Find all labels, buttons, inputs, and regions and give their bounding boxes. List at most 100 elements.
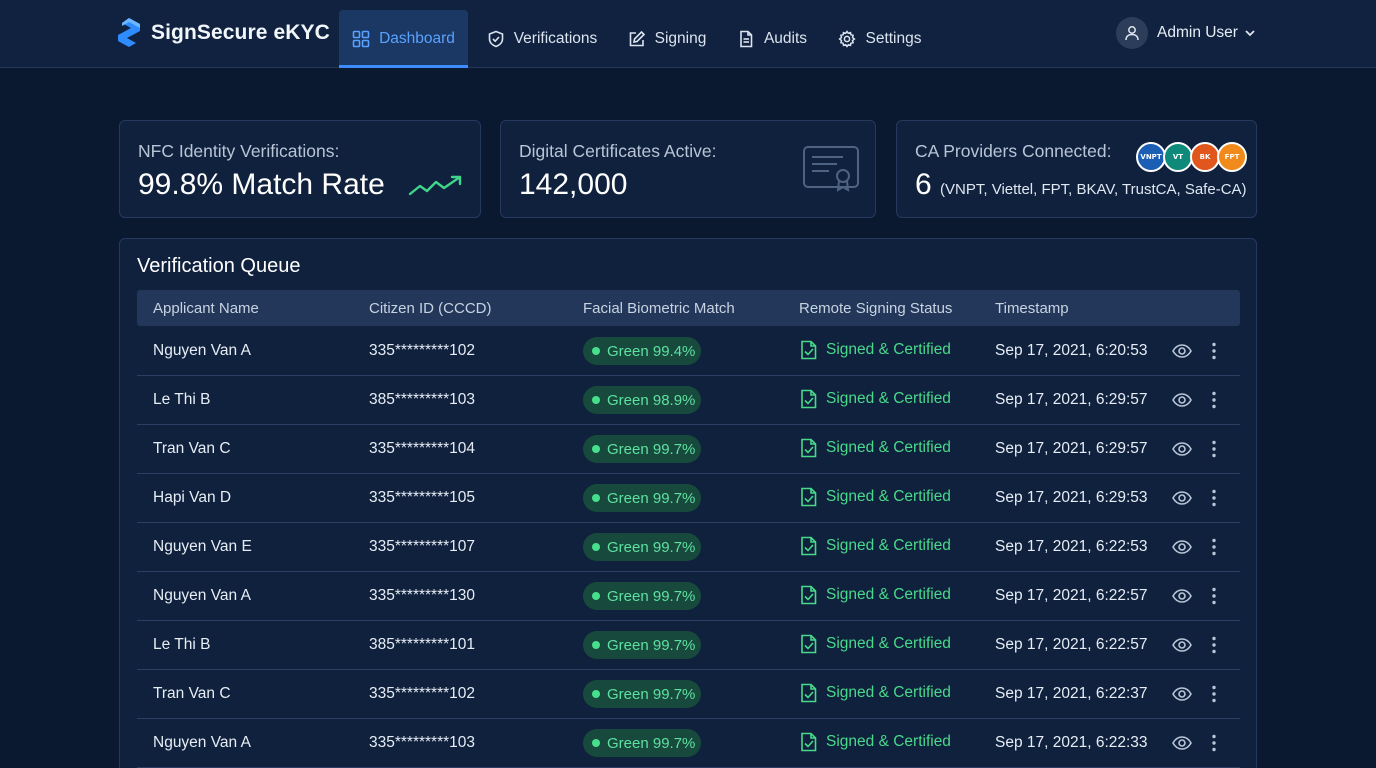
table-row[interactable]: Nguyen Van E 335*********107 Green 99.7%…: [137, 523, 1240, 572]
eye-icon[interactable]: [1171, 487, 1193, 509]
user-menu[interactable]: Admin User: [1116, 17, 1256, 49]
more-vertical-icon[interactable]: [1205, 585, 1223, 607]
column-header-citizen-id[interactable]: Citizen ID (CCCD): [369, 300, 492, 317]
brand-logo-icon: [118, 18, 140, 47]
brand-name: SignSecure eKYC: [151, 21, 330, 44]
citizen-id: 335*********102: [369, 342, 476, 359]
more-vertical-icon[interactable]: [1205, 340, 1223, 362]
more-vertical-icon[interactable]: [1205, 683, 1223, 705]
biometric-match-badge: Green 99.7%: [583, 631, 701, 659]
top-navigation-bar: SignSecure eKYC Dashboard Verifications …: [0, 0, 1376, 68]
column-header-signing-status[interactable]: Remote Signing Status: [799, 300, 952, 317]
more-vertical-icon[interactable]: [1205, 438, 1223, 460]
ca-provider-list: (VNPT, Viettel, FPT, BKAV, TrustCA, Safe…: [940, 181, 1247, 198]
status-dot: [592, 641, 600, 649]
citizen-id: 335*********107: [369, 538, 476, 555]
timestamp: Sep 17, 2021, 6:22:57: [995, 587, 1148, 604]
applicant-name: Nguyen Van A: [153, 734, 251, 751]
signing-status-label: Signed & Certified: [826, 488, 951, 505]
chevron-down-icon: [1245, 30, 1255, 37]
status-dot: [592, 690, 600, 698]
nav-item-verifications[interactable]: Verifications: [476, 10, 608, 68]
brand[interactable]: SignSecure eKYC: [116, 17, 330, 49]
gear-icon: [838, 30, 857, 48]
stat-label: CA Providers Connected:: [915, 141, 1112, 161]
citizen-id: 385*********103: [369, 391, 476, 408]
signing-status: Signed & Certified: [800, 438, 951, 458]
document-check-icon: [801, 732, 817, 752]
ca-provider-count: 6: [915, 168, 932, 201]
nav-item-label: Verifications: [513, 30, 598, 47]
timestamp: Sep 17, 2021, 6:29:57: [995, 391, 1148, 408]
signing-status-label: Signed & Certified: [826, 684, 951, 701]
biometric-match-value: Green 99.7%: [607, 734, 696, 752]
eye-icon[interactable]: [1171, 683, 1193, 705]
table-row[interactable]: Hapi Van D 335*********105 Green 99.7% S…: [137, 474, 1240, 523]
timestamp: Sep 17, 2021, 6:20:53: [995, 342, 1148, 359]
document-check-icon: [801, 536, 817, 556]
stat-card-certificates: Digital Certificates Active: 142,000: [500, 120, 876, 218]
biometric-match-value: Green 99.7%: [607, 538, 696, 556]
citizen-id: 335*********105: [369, 489, 476, 506]
nav-item-settings[interactable]: Settings: [830, 10, 930, 68]
biometric-match-badge: Green 99.4%: [583, 337, 701, 365]
dashboard-grid-icon: [352, 30, 370, 48]
eye-icon[interactable]: [1171, 634, 1193, 656]
more-vertical-icon[interactable]: [1205, 487, 1223, 509]
document-check-icon: [801, 487, 817, 507]
more-vertical-icon[interactable]: [1205, 732, 1223, 754]
nav-item-signing[interactable]: Signing: [620, 10, 714, 68]
ca-provider-logos: VNPT VT BK FPT: [1136, 142, 1247, 172]
timestamp: Sep 17, 2021, 6:22:53: [995, 538, 1148, 555]
table-row[interactable]: Le Thi B 385*********103 Green 98.9% Sig…: [137, 376, 1240, 425]
table-row[interactable]: Nguyen Van A 335*********102 Green 99.4%…: [137, 327, 1240, 376]
column-header-biometric[interactable]: Facial Biometric Match: [583, 300, 735, 317]
nav-item-audits[interactable]: Audits: [728, 10, 816, 68]
signing-status: Signed & Certified: [800, 389, 951, 409]
citizen-id: 335*********130: [369, 587, 476, 604]
biometric-match-badge: Green 99.7%: [583, 680, 701, 708]
column-header-applicant[interactable]: Applicant Name: [153, 300, 259, 317]
signing-status-label: Signed & Certified: [826, 635, 951, 652]
pen-edit-icon: [629, 30, 645, 47]
document-check-icon: [801, 585, 817, 605]
nav-item-dashboard[interactable]: Dashboard: [339, 10, 468, 68]
biometric-match-badge: Green 99.7%: [583, 582, 701, 610]
bkav-logo: BK: [1190, 142, 1220, 172]
applicant-name: Le Thi B: [153, 636, 211, 653]
citizen-id: 335*********104: [369, 440, 476, 457]
table-row[interactable]: Tran Van C 335*********104 Green 99.7% S…: [137, 425, 1240, 474]
eye-icon[interactable]: [1171, 340, 1193, 362]
eye-icon[interactable]: [1171, 438, 1193, 460]
table-row[interactable]: Tran Van C 335*********102 Green 99.7% S…: [137, 670, 1240, 719]
more-vertical-icon[interactable]: [1205, 536, 1223, 558]
biometric-match-value: Green 98.9%: [607, 391, 696, 409]
timestamp: Sep 17, 2021, 6:22:33: [995, 734, 1148, 751]
table-row[interactable]: Nguyen Van A 335*********130 Green 99.7%…: [137, 572, 1240, 621]
biometric-match-badge: Green 99.7%: [583, 484, 701, 512]
signing-status-label: Signed & Certified: [826, 390, 951, 407]
signing-status: Signed & Certified: [800, 683, 951, 703]
nav-item-label: Settings: [865, 30, 922, 47]
biometric-match-value: Green 99.7%: [607, 440, 696, 458]
eye-icon[interactable]: [1171, 585, 1193, 607]
status-dot: [592, 396, 600, 404]
document-check-icon: [801, 389, 817, 409]
biometric-match-badge: Green 98.9%: [583, 386, 701, 414]
signing-status: Signed & Certified: [800, 487, 951, 507]
column-header-timestamp[interactable]: Timestamp: [995, 300, 1069, 317]
biometric-match-badge: Green 99.7%: [583, 435, 701, 463]
nav-item-label: Audits: [763, 30, 808, 47]
more-vertical-icon[interactable]: [1205, 389, 1223, 411]
fpt-logo: FPT: [1217, 142, 1247, 172]
eye-icon[interactable]: [1171, 536, 1193, 558]
eye-icon[interactable]: [1171, 732, 1193, 754]
table-row[interactable]: Nguyen Van A 335*********103 Green 99.7%…: [137, 719, 1240, 768]
biometric-match-badge: Green 99.7%: [583, 729, 701, 757]
document-check-icon: [801, 683, 817, 703]
status-dot: [592, 445, 600, 453]
more-vertical-icon[interactable]: [1205, 634, 1223, 656]
eye-icon[interactable]: [1171, 389, 1193, 411]
table-row[interactable]: Le Thi B 385*********101 Green 99.7% Sig…: [137, 621, 1240, 670]
applicant-name: Nguyen Van A: [153, 342, 251, 359]
